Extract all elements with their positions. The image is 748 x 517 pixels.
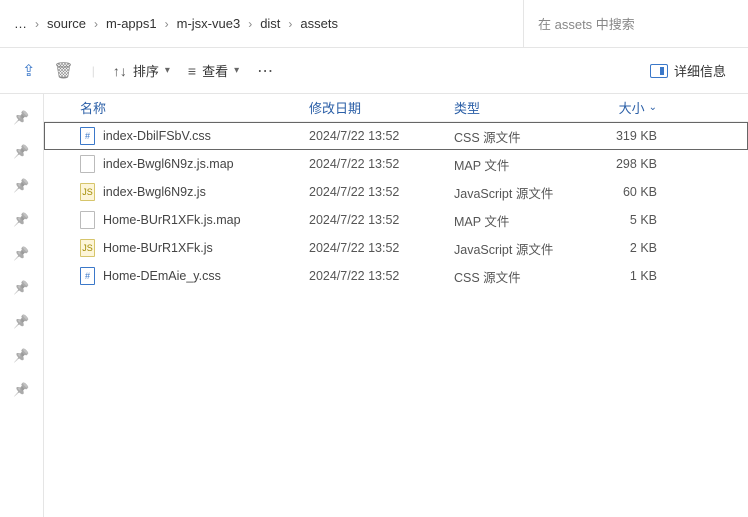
content-area: 📌 📌 📌 📌 📌 📌 📌 📌 📌 名称 修改日期 类型 大小 ⌄ # index-DbilFSb… [0, 94, 748, 517]
file-size: 60 KB [584, 185, 669, 199]
details-button[interactable]: 详细信息 [650, 61, 726, 80]
js-file-icon: JS [80, 183, 95, 201]
file-date: 2024/7/22 13:52 [309, 185, 454, 199]
pin-icon[interactable]: 📌 [13, 382, 29, 398]
header-type[interactable]: 类型 [454, 98, 584, 117]
file-row[interactable]: Home-BUrR1XFk.js.map 2024/7/22 13:52MAP 文… [44, 206, 748, 234]
pin-icon[interactable]: 📌 [13, 178, 29, 194]
file-size: 1 KB [584, 269, 669, 283]
file-size: 298 KB [584, 157, 669, 171]
chevron-right-icon: › [92, 17, 100, 31]
file-date: 2024/7/22 13:52 [309, 129, 454, 143]
file-date: 2024/7/22 13:52 [309, 213, 454, 227]
map-file-icon [80, 211, 95, 229]
file-row[interactable]: JS index-Bwgl6N9z.js 2024/7/22 13:52JavaSc… [44, 178, 748, 206]
file-date: 2024/7/22 13:52 [309, 269, 454, 283]
map-file-icon [80, 155, 95, 173]
view-icon: ≡ [188, 63, 196, 79]
breadcrumb-item[interactable]: source [41, 12, 92, 35]
sort-icon: ↑↓ [113, 63, 127, 79]
breadcrumb-item[interactable]: … [8, 12, 33, 35]
header-date[interactable]: 修改日期 [309, 98, 454, 117]
file-list: #index-DbilFSbV.css2024/7/22 13:52CSS 源文… [44, 122, 748, 290]
breadcrumb-item[interactable]: assets [294, 12, 344, 35]
file-area: 名称 修改日期 类型 大小 ⌄ # index-DbilFSbV.css 2024/… [44, 94, 748, 517]
view-label: 查看 [202, 61, 228, 80]
delete-icon[interactable]: 🗑 [53, 61, 73, 81]
file-type: CSS 源文件 [454, 267, 584, 286]
file-name: Home-DEmAie_y.css [103, 269, 221, 283]
breadcrumb-item[interactable]: dist [254, 12, 286, 35]
file-type: JavaScript 源文件 [454, 183, 584, 202]
chevron-right-icon: › [286, 17, 294, 31]
file-row[interactable]: # index-DbilFSbV.css 2024/7/22 13:52CSS 源文… [44, 122, 748, 150]
pin-icon[interactable]: 📌 [13, 246, 29, 262]
search-box[interactable]: 在 assets 中搜索 [523, 0, 748, 47]
file-size: 319 KB [584, 129, 669, 143]
chevron-right-icon: › [33, 17, 41, 31]
sort-indicator-icon: ⌄ [649, 102, 657, 113]
file-row[interactable]: # Home-DEmAie_y.css 2024/7/22 13:52CSS 源文件… [44, 262, 748, 290]
pin-icon[interactable]: 📌 [13, 348, 29, 364]
breadcrumb-item[interactable]: m-apps1 [100, 12, 163, 35]
file-name: index-Bwgl6N9z.js.map [103, 157, 234, 171]
view-button[interactable]: ≡ 查看 ▾ [188, 61, 239, 80]
file-name: index-DbilFSbV.css [103, 129, 211, 143]
toolbar: ⇪ 🗑 | ↑↓ 排序 ▾ ≡ 查看 ▾ ⋯ 详细信息 [0, 48, 748, 94]
pin-icon[interactable]: 📌 [13, 110, 29, 126]
js-file-icon: JS [80, 239, 95, 257]
pin-strip: 📌 📌 📌 📌 📌 📌 📌 📌 📌 [0, 94, 44, 517]
sort-button[interactable]: ↑↓ 排序 ▾ [113, 61, 170, 80]
file-type: JavaScript 源文件 [454, 239, 584, 258]
chevron-right-icon: › [163, 17, 171, 31]
chevron-down-icon: ▾ [234, 65, 239, 76]
more-button[interactable]: ⋯ [257, 61, 275, 81]
sort-label: 排序 [133, 61, 159, 80]
file-size: 5 KB [584, 213, 669, 227]
pin-icon[interactable]: 📌 [13, 314, 29, 330]
file-type: MAP 文件 [454, 211, 584, 230]
details-icon [650, 64, 668, 78]
details-label: 详细信息 [674, 61, 726, 80]
file-row[interactable]: index-Bwgl6N9z.js.map 2024/7/22 13:52MAP … [44, 150, 748, 178]
header-size[interactable]: 大小 ⌄ [584, 98, 669, 117]
file-name: Home-BUrR1XFk.js [103, 241, 213, 255]
share-icon[interactable]: ⇪ [22, 61, 35, 81]
file-date: 2024/7/22 13:52 [309, 157, 454, 171]
chevron-right-icon: › [246, 17, 254, 31]
file-name: index-Bwgl6N9z.js [103, 185, 206, 199]
header-name[interactable]: 名称 [44, 98, 309, 117]
file-type: CSS 源文件 [454, 127, 584, 146]
pin-icon[interactable]: 📌 [13, 144, 29, 160]
pin-icon[interactable]: 📌 [13, 280, 29, 296]
css-file-icon: # [80, 127, 95, 145]
file-name: Home-BUrR1XFk.js.map [103, 213, 241, 227]
breadcrumb-item[interactable]: m-jsx-vue3 [171, 12, 247, 35]
breadcrumb: …›source›m-apps1›m-jsx-vue3›dist›assets [0, 12, 523, 35]
file-row[interactable]: JS Home-BUrR1XFk.js 2024/7/22 13:52JavaScr… [44, 234, 748, 262]
chevron-down-icon: ▾ [165, 65, 170, 76]
top-bar: …›source›m-apps1›m-jsx-vue3›dist›assets … [0, 0, 748, 48]
file-type: MAP 文件 [454, 155, 584, 174]
column-headers: 名称 修改日期 类型 大小 ⌄ [44, 94, 748, 122]
file-date: 2024/7/22 13:52 [309, 241, 454, 255]
pin-icon[interactable]: 📌 [13, 212, 29, 228]
css-file-icon: # [80, 267, 95, 285]
file-size: 2 KB [584, 241, 669, 255]
search-placeholder: 在 assets 中搜索 [538, 14, 635, 33]
